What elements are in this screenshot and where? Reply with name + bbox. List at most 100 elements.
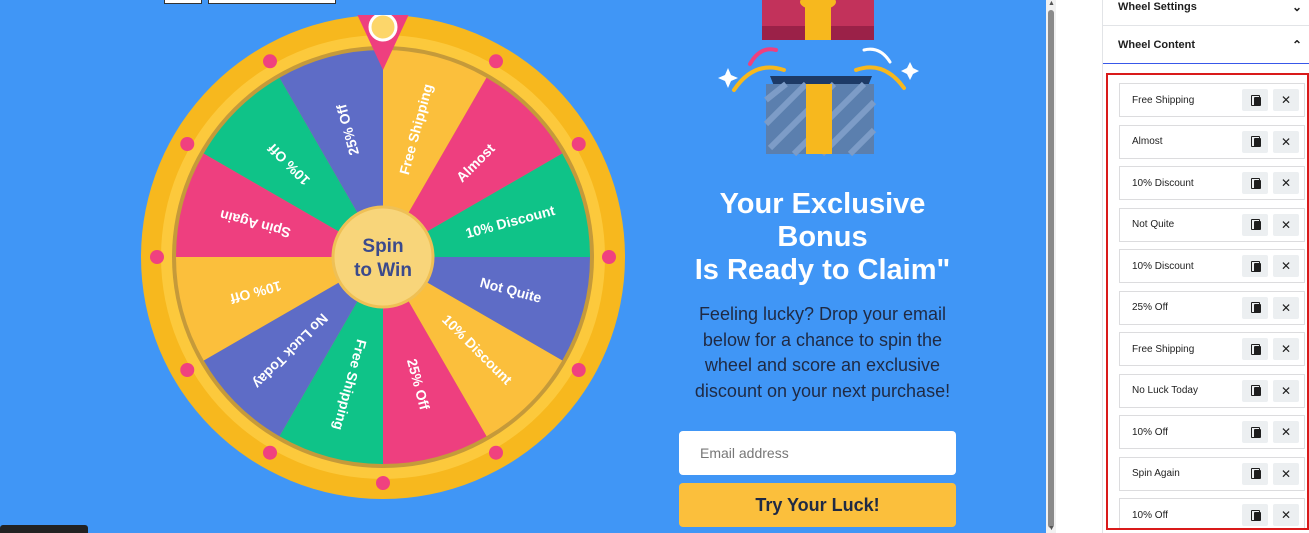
toolbar-stub-left[interactable] xyxy=(164,0,202,4)
wheel-item-label: Almost xyxy=(1132,136,1163,147)
close-icon: ✕ xyxy=(1280,259,1292,273)
wheel-item-row[interactable]: 10% Off ✕ xyxy=(1119,498,1305,528)
duplicate-item-button[interactable] xyxy=(1242,296,1268,319)
wheel-item-row[interactable]: 10% Discount ✕ xyxy=(1119,249,1305,283)
streamer-right-2 xyxy=(862,47,892,64)
wheel-light-dot xyxy=(263,445,277,460)
copy-icon xyxy=(1250,177,1261,189)
remove-item-button[interactable]: ✕ xyxy=(1273,338,1299,360)
wheel-item-label: Spin Again xyxy=(1132,468,1180,479)
remove-item-button[interactable]: ✕ xyxy=(1273,379,1299,402)
wheel-light-dot xyxy=(571,137,586,151)
popup-preview-canvas: Free Shipping Almost 10% Discount Not Quite… xyxy=(0,0,1046,533)
duplicate-item-button[interactable] xyxy=(1242,421,1268,443)
headline-line-2: Bonus xyxy=(777,221,868,253)
remove-item-button[interactable]: ✕ xyxy=(1273,89,1299,111)
try-your-luck-button[interactable]: Try Your Luck! xyxy=(679,483,956,527)
scroll-up-arrow-icon[interactable]: ▲ xyxy=(1048,0,1055,8)
headline-line-1: Your Exclusive xyxy=(719,188,926,220)
wheel-item-label: 10% Discount xyxy=(1132,260,1194,272)
sparkle-right xyxy=(901,62,919,80)
spin-wheel-graphic: Free Shipping Almost10% DiscountNot Quite… xyxy=(141,15,625,499)
close-icon: ✕ xyxy=(1280,466,1292,481)
remove-item-button[interactable]: ✕ xyxy=(1273,421,1299,443)
close-icon: ✕ xyxy=(1280,508,1292,522)
wheel-item-row[interactable]: 10% Discount ✕ xyxy=(1119,166,1305,200)
close-icon: ✕ xyxy=(1280,300,1292,315)
remove-item-button[interactable]: ✕ xyxy=(1273,296,1299,319)
wheel-item-row[interactable]: 10% Off ✕ xyxy=(1119,415,1305,449)
gift-box-illustration xyxy=(718,0,919,157)
section-wheel-settings[interactable]: Wheel Settings ⌄ xyxy=(1103,0,1309,26)
copy-icon xyxy=(1250,136,1261,147)
duplicate-item-button[interactable] xyxy=(1242,130,1268,153)
copy-icon xyxy=(1250,468,1261,479)
wheel-center-label: to Win xyxy=(354,260,412,281)
wheel-item-label: Free Shipping xyxy=(1132,343,1195,355)
wheel-item-row[interactable]: 25% Off ✕ xyxy=(1119,290,1305,325)
copy-icon xyxy=(1250,426,1261,438)
bottom-toolbar-stub[interactable] xyxy=(0,525,88,533)
preview-scrollbar[interactable]: ▲ ▼ xyxy=(1046,0,1056,533)
wheel-item-row[interactable]: Spin Again ✕ xyxy=(1119,456,1305,491)
streamer-left-2 xyxy=(748,47,778,66)
wheel-item-row[interactable]: Free Shipping ✕ xyxy=(1119,83,1305,117)
wheel-center-label: Spin xyxy=(362,236,403,257)
copy-icon xyxy=(1250,385,1261,396)
duplicate-item-button[interactable] xyxy=(1242,504,1268,526)
close-icon: ✕ xyxy=(1280,342,1292,356)
gift-box-ribbon xyxy=(806,84,832,154)
remove-item-button[interactable]: ✕ xyxy=(1273,213,1299,236)
duplicate-item-button[interactable] xyxy=(1242,338,1268,360)
remove-item-button[interactable]: ✕ xyxy=(1273,172,1299,194)
wheel-light-dot xyxy=(571,363,586,377)
duplicate-item-button[interactable] xyxy=(1242,213,1268,236)
close-icon: ✕ xyxy=(1280,383,1292,398)
wheel-light-dot xyxy=(263,54,277,69)
scrollbar-thumb[interactable] xyxy=(1048,10,1054,528)
duplicate-item-button[interactable] xyxy=(1242,255,1268,277)
wheel-item-label: Free Shipping xyxy=(1132,94,1195,106)
scroll-down-arrow-icon[interactable]: ▼ xyxy=(1048,525,1055,533)
remove-item-button[interactable]: ✕ xyxy=(1273,462,1299,485)
wheel-item-row[interactable]: Almost ✕ xyxy=(1119,124,1305,159)
wheel-light-dot xyxy=(180,363,195,377)
close-icon: ✕ xyxy=(1280,176,1292,190)
offer-headline: Your Exclusive Bonus Is Ready to Claim" xyxy=(680,188,965,287)
settings-panel: Wheel Settings ⌄ Wheel Content ⌃ Free Sh… xyxy=(1102,0,1309,533)
copy-icon xyxy=(1250,260,1261,272)
wheel-item-label: No Luck Today xyxy=(1132,385,1198,396)
wheel-pointer-knob xyxy=(368,15,398,42)
remove-item-button[interactable]: ✕ xyxy=(1273,255,1299,277)
chevron-down-icon: ⌄ xyxy=(1291,0,1302,14)
wheel-content-list: Free Shipping ✕ Almost ✕ 10% Discount ✕ Not Qu… xyxy=(1106,73,1309,530)
wheel-light-dot xyxy=(180,137,195,151)
toolbar-stub-right[interactable] xyxy=(208,0,336,4)
chevron-up-icon: ⌃ xyxy=(1291,37,1302,52)
panel-gutter xyxy=(1056,0,1102,533)
remove-item-button[interactable]: ✕ xyxy=(1273,130,1299,153)
wheel-item-row[interactable]: Free Shipping ✕ xyxy=(1119,332,1305,366)
wheel-item-row[interactable]: No Luck Today ✕ xyxy=(1119,373,1305,408)
section-wheel-content-label: Wheel Content xyxy=(1118,38,1195,51)
headline-line-3: Is Ready to Claim" xyxy=(694,254,951,286)
wheel-item-label: 10% Off xyxy=(1132,509,1168,521)
copy-icon xyxy=(1250,219,1261,230)
email-input[interactable] xyxy=(679,431,956,475)
copy-icon xyxy=(1250,94,1261,106)
offer-description: Feeling lucky? Drop your email below for… xyxy=(694,304,951,401)
duplicate-item-button[interactable] xyxy=(1242,379,1268,402)
wheel-item-label: 25% Off xyxy=(1132,302,1168,313)
spin-wheel[interactable]: Free Shipping Almost 10% Discount Not Quite… xyxy=(141,15,625,499)
wheel-item-row[interactable]: Not Quite ✕ xyxy=(1119,207,1305,242)
duplicate-item-button[interactable] xyxy=(1242,172,1268,194)
close-icon: ✕ xyxy=(1280,425,1292,439)
copy-icon xyxy=(1250,343,1261,355)
close-icon: ✕ xyxy=(1280,93,1292,107)
wheel-light-dot xyxy=(376,476,390,490)
duplicate-item-button[interactable] xyxy=(1242,89,1268,111)
section-wheel-content[interactable]: Wheel Content ⌃ xyxy=(1103,26,1309,64)
remove-item-button[interactable]: ✕ xyxy=(1273,504,1299,526)
copy-icon xyxy=(1250,302,1261,313)
duplicate-item-button[interactable] xyxy=(1242,462,1268,485)
